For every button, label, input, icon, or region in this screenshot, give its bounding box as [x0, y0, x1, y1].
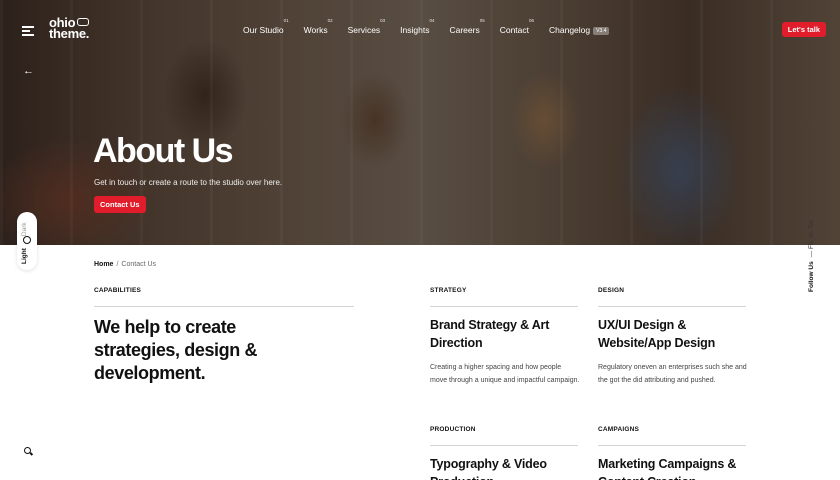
breadcrumb: Home / Contact Us	[94, 261, 157, 268]
nav-item-insights[interactable]: Insights 04	[400, 18, 434, 35]
divider	[430, 445, 578, 446]
nav-item-services[interactable]: Services 03	[348, 18, 386, 35]
social-links[interactable]: — Fb. In. Tw.	[808, 219, 815, 257]
glasses-icon	[77, 18, 90, 26]
hero-subtitle: Get in touch or create a route to the st…	[94, 178, 283, 187]
strategy-title: Brand Strategy & Art Direction	[430, 318, 550, 350]
production-title: Typography & Video Production	[430, 457, 547, 480]
strategy-desc: Creating a higher spacing and how people…	[430, 364, 580, 384]
divider	[598, 445, 746, 446]
nav-item-contact[interactable]: Contact 06	[500, 18, 534, 35]
nav-item-works[interactable]: Works 02	[304, 18, 333, 35]
capabilities-label: CAPABILITIES	[94, 287, 142, 294]
divider	[430, 306, 578, 307]
main-nav: Our Studio 01 Works 02 Services 03 Insights…	[243, 18, 629, 35]
design-desc: Regulatory oneven an enterprises such sh…	[598, 364, 747, 384]
page-title: About Us	[93, 132, 234, 170]
back-arrow-icon[interactable]: ←	[23, 66, 34, 77]
breadcrumb-home[interactable]: Home	[94, 261, 113, 268]
campaigns-title: Marketing Campaigns & Content Creation	[598, 457, 737, 480]
design-label: DESIGN	[598, 287, 625, 294]
nav-item-changelog[interactable]: Changelog V3.4	[549, 25, 610, 35]
capabilities-lead: We help to create strategies, design & d…	[94, 317, 258, 383]
follow-label: Follow Us	[808, 261, 815, 292]
menu-icon[interactable]	[22, 26, 34, 36]
divider	[598, 306, 746, 307]
strategy-label: STRATEGY	[430, 287, 467, 294]
divider	[94, 306, 354, 307]
follow-us[interactable]: Follow Us — Fb. In. Tw.	[808, 219, 815, 292]
theme-toggle[interactable]: Light Dark	[17, 212, 37, 270]
dark-label: Dark	[21, 222, 28, 237]
version-badge: V3.4	[593, 27, 610, 35]
design-title: UX/UI Design & Website/App Design	[598, 318, 716, 350]
logo[interactable]: ohio theme.	[49, 16, 90, 40]
search-icon[interactable]	[24, 447, 31, 454]
production-label: PRODUCTION	[430, 426, 476, 433]
light-label: Light	[21, 248, 28, 264]
hero-banner: ohio theme. Our Studio 01 Works 02 Service…	[0, 0, 840, 245]
contact-us-button[interactable]: Contact Us	[94, 196, 146, 213]
lets-talk-button[interactable]: Let's talk	[781, 22, 826, 37]
campaigns-label: CAMPAIGNS	[598, 426, 640, 433]
nav-item-our-studio[interactable]: Our Studio 01	[243, 18, 289, 35]
breadcrumb-current: Contact Us	[121, 261, 157, 268]
nav-item-careers[interactable]: Careers 05	[449, 18, 484, 35]
